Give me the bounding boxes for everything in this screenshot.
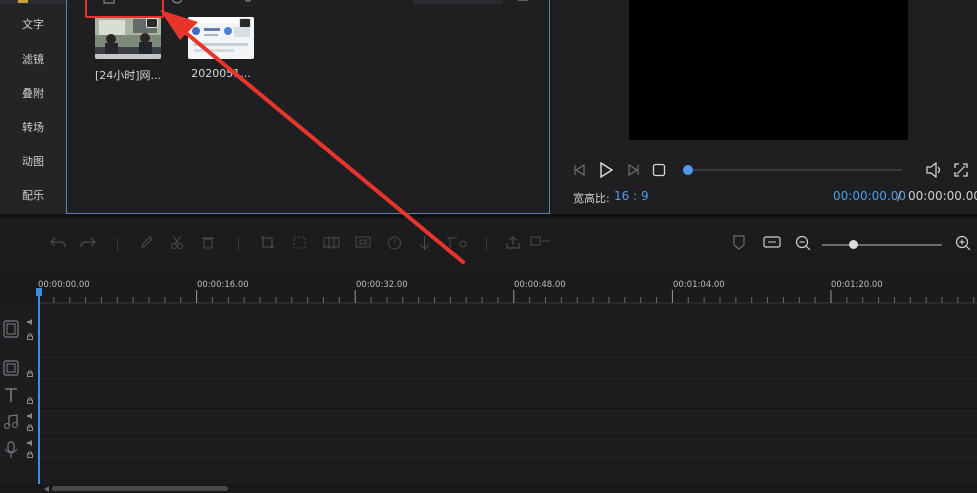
zoom-slider-handle[interactable] xyxy=(849,240,858,249)
track-lock-icon[interactable] xyxy=(27,370,33,377)
timeline-ruler[interactable] xyxy=(38,278,977,304)
sidebar-item-music[interactable]: 配乐 xyxy=(0,187,66,203)
zoom-in-icon[interactable] xyxy=(955,235,971,251)
scroll-left-icon[interactable] xyxy=(44,486,49,492)
fullscreen-icon[interactable] xyxy=(953,162,969,178)
frame-icon[interactable] xyxy=(355,235,371,249)
mosaic-icon[interactable] xyxy=(323,235,340,250)
edit-icon[interactable] xyxy=(140,235,154,249)
speed-icon[interactable] xyxy=(387,235,402,250)
marker-icon[interactable] xyxy=(733,235,745,250)
list-view-icon[interactable] xyxy=(517,0,529,3)
voice-track[interactable] xyxy=(38,436,977,463)
sidebar-item-text[interactable]: 文字 xyxy=(0,16,66,32)
next-frame-icon[interactable] xyxy=(626,163,640,177)
time-separator: / xyxy=(897,189,902,203)
crop-icon[interactable] xyxy=(260,235,275,250)
track-lock-icon[interactable] xyxy=(27,333,33,340)
sidebar-item-transition[interactable]: 转场 xyxy=(0,119,66,135)
export-icon[interactable] xyxy=(505,235,521,250)
audio-edit-icon[interactable] xyxy=(445,235,469,250)
volume-icon[interactable] xyxy=(925,162,943,178)
play-icon[interactable] xyxy=(598,162,614,178)
media-thumbnail[interactable] xyxy=(95,17,161,59)
fit-timeline-icon[interactable] xyxy=(763,235,781,249)
aspect-ratio-value[interactable]: 16 : 9 xyxy=(614,189,649,203)
left-sidebar: 文字 滤镜 叠附 转场 动图 配乐 xyxy=(0,0,66,215)
current-time: 00:00:00.00 xyxy=(833,189,906,203)
media-search-input[interactable] xyxy=(413,0,503,4)
sidebar-item-filter[interactable]: 滤镜 xyxy=(0,51,66,67)
sidebar-top-strip xyxy=(0,0,66,4)
audio-split-icon[interactable] xyxy=(417,235,432,251)
zoom-out-icon[interactable] xyxy=(795,235,811,251)
redo-icon[interactable] xyxy=(80,235,96,249)
playhead[interactable] xyxy=(38,290,40,485)
prev-frame-icon[interactable] xyxy=(573,163,587,177)
toolbar-divider xyxy=(238,238,239,251)
track-lock-icon[interactable] xyxy=(27,451,33,458)
music-track[interactable] xyxy=(38,409,977,436)
sidebar-item-animation[interactable]: 动图 xyxy=(0,153,66,169)
media-panel: [24小时]网... 2020051... xyxy=(66,0,550,214)
track-lock-icon[interactable] xyxy=(27,424,33,431)
seek-handle[interactable] xyxy=(683,165,693,175)
clip-badge-icon xyxy=(146,18,158,28)
total-time: 00:00:00.00 xyxy=(908,189,977,203)
scissors-icon[interactable] xyxy=(170,235,184,249)
delete-icon[interactable] xyxy=(201,235,215,249)
media-item-label: 2020051... xyxy=(191,67,251,80)
annotation-highlight-box xyxy=(85,0,164,18)
overlay-track[interactable] xyxy=(38,355,977,382)
track-mute-icon[interactable] xyxy=(27,440,34,446)
music-track-icon xyxy=(3,414,19,430)
text-track-icon xyxy=(3,387,19,403)
aspect-ratio-label: 宽高比: xyxy=(573,192,610,205)
video-track-icon xyxy=(3,320,19,338)
toolbar-divider xyxy=(117,238,118,251)
toolbar-divider xyxy=(486,238,487,251)
empty-track-area[interactable] xyxy=(38,463,977,484)
freeze-frame-icon[interactable] xyxy=(530,235,552,249)
resize-icon[interactable] xyxy=(292,235,307,250)
scrollbar-thumb[interactable] xyxy=(52,486,228,491)
seek-bar[interactable] xyxy=(688,169,902,171)
stop-icon[interactable] xyxy=(652,163,666,177)
media-item-label: [24小时]网... xyxy=(94,69,162,82)
track-lock-icon[interactable] xyxy=(27,397,33,404)
media-thumbnail[interactable] xyxy=(188,17,254,59)
clip-badge-icon xyxy=(239,18,251,28)
text-track[interactable] xyxy=(38,382,977,409)
overlay-track-icon xyxy=(3,360,19,376)
track-mute-icon[interactable] xyxy=(27,319,34,325)
video-track[interactable] xyxy=(38,304,977,355)
playhead-handle[interactable] xyxy=(36,288,42,296)
sidebar-item-overlay[interactable]: 叠附 xyxy=(0,85,66,101)
track-mute-icon[interactable] xyxy=(27,413,34,419)
record-icon[interactable] xyxy=(171,0,183,5)
preview-screen xyxy=(629,0,908,140)
voice-track-icon xyxy=(3,441,19,459)
mic-icon[interactable] xyxy=(243,0,253,4)
undo-icon[interactable] xyxy=(50,235,66,249)
zoom-slider[interactable] xyxy=(822,244,942,246)
sidebar-indicator xyxy=(18,0,28,3)
